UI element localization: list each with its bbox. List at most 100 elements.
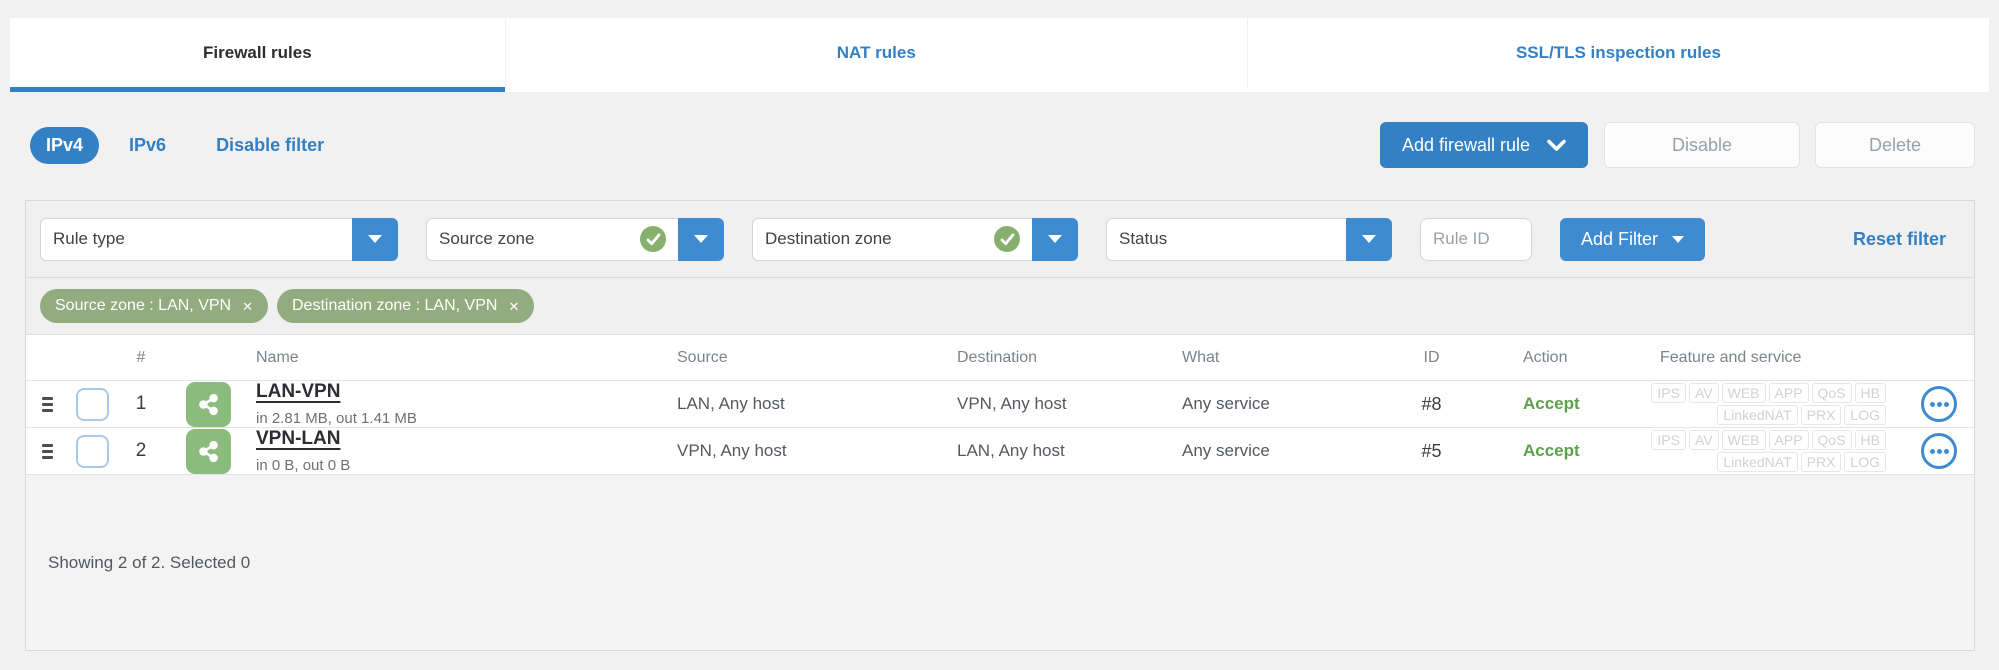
- chevron-down-icon: [1547, 139, 1566, 152]
- tab-label: Firewall rules: [203, 42, 312, 62]
- more-options-icon[interactable]: [1921, 433, 1957, 469]
- table-footer: Showing 2 of 2. Selected 0: [26, 475, 1974, 650]
- header-name: Name: [256, 348, 299, 366]
- row-checkbox[interactable]: [75, 434, 109, 468]
- filter-dropdown-destination-zone[interactable]: Destination zone: [752, 217, 1078, 261]
- row-icon-cell: [166, 381, 231, 427]
- showing-summary: Showing 2 of 2. Selected 0: [48, 552, 251, 572]
- filter-dropdown-status[interactable]: Status: [1106, 217, 1392, 261]
- share-icon[interactable]: [186, 428, 231, 474]
- add-filter-button[interactable]: Add Filter: [1560, 217, 1706, 261]
- feature-badge: HB: [1854, 430, 1886, 450]
- filter-dropdown-rule-type[interactable]: Rule type: [40, 217, 398, 261]
- firewall-rules-panel: Rule type Source zone Destination zone S…: [25, 200, 1975, 651]
- table-header-row: # Name Source Destination What ID Action…: [26, 335, 1974, 381]
- filter-dropdown-label: Status: [1119, 229, 1168, 248]
- filter-chip-label: Source zone : LAN, VPN: [55, 297, 232, 314]
- filter-dropdown-button[interactable]: [1032, 217, 1078, 261]
- header-source: Source: [677, 348, 728, 366]
- feature-badge: HB: [1854, 383, 1886, 403]
- filter-chip: Source zone : LAN, VPN ✕: [40, 289, 268, 323]
- rule-action: Accept: [1523, 441, 1580, 460]
- filter-dropdown-label: Rule type: [53, 229, 125, 248]
- reset-filter-link[interactable]: Reset filter: [1853, 229, 1946, 250]
- caret-down-icon: [1362, 235, 1376, 243]
- feature-badge: WEB: [1721, 383, 1766, 403]
- rule-destination: LAN, Any host: [957, 441, 1065, 460]
- toolbar: IPv4 IPv6 Disable filter Add firewall ru…: [30, 120, 1975, 170]
- close-icon[interactable]: ✕: [508, 300, 519, 313]
- tab-label: NAT rules: [836, 42, 916, 62]
- rule-traffic: in 2.81 MB, out 1.41 MB: [256, 410, 417, 427]
- header-what: What: [1182, 348, 1220, 366]
- filter-dropdown-label: Destination zone: [765, 229, 892, 248]
- tab-firewall-rules[interactable]: Firewall rules: [10, 18, 505, 92]
- caret-down-icon: [1048, 235, 1062, 243]
- feature-badges-line-1: IPS AV WEB APP QoS HB: [1604, 383, 1886, 403]
- rule-action: Accept: [1523, 394, 1580, 413]
- filter-dropdown-value[interactable]: Rule type: [40, 217, 352, 261]
- rule-id-input[interactable]: [1420, 217, 1532, 261]
- feature-badge: LOG: [1844, 452, 1886, 472]
- drag-handle-icon: [41, 443, 53, 459]
- filter-dropdown-label: Source zone: [439, 229, 535, 248]
- feature-badge: QoS: [1811, 383, 1852, 403]
- header-feature-and-service: Feature and service: [1660, 348, 1802, 366]
- row-checkbox[interactable]: [75, 387, 109, 421]
- filter-dropdown-value[interactable]: Destination zone: [752, 217, 1032, 261]
- table-row: 1 LAN-VPN in 2.81 MB, out 1.41 MB LAN, A…: [26, 381, 1974, 428]
- row-number: 2: [135, 440, 147, 461]
- filter-dropdown-value[interactable]: Source zone: [426, 217, 678, 261]
- caret-down-icon: [694, 235, 708, 243]
- filter-dropdown-source-zone[interactable]: Source zone: [426, 217, 724, 261]
- filter-bar: Rule type Source zone Destination zone S…: [26, 201, 1974, 278]
- ipv6-toggle[interactable]: IPv6: [129, 135, 166, 156]
- row-menu-cell: [1904, 433, 1974, 469]
- rule-destination: VPN, Any host: [957, 394, 1067, 413]
- drag-handle-icon: [41, 396, 53, 412]
- feature-badge: APP: [1768, 430, 1809, 450]
- tab-bar: Firewall rules NAT rules SSL/TLS inspect…: [10, 18, 1989, 92]
- tab-ssl-tls-inspection-rules[interactable]: SSL/TLS inspection rules: [1246, 18, 1989, 92]
- header-number: #: [136, 348, 146, 366]
- close-icon[interactable]: ✕: [242, 300, 253, 313]
- rule-id: #8: [1421, 393, 1442, 414]
- header-action: Action: [1523, 348, 1568, 366]
- caret-down-icon: [368, 235, 382, 243]
- ipv4-toggle[interactable]: IPv4: [30, 126, 100, 164]
- active-filter-chips: Source zone : LAN, VPN ✕ Destination zon…: [26, 278, 1974, 335]
- filter-dropdown-button[interactable]: [678, 217, 724, 261]
- rule-name-link[interactable]: LAN-VPN: [256, 381, 340, 403]
- feature-badges: IPS AV WEB APP QoS HB LinkedNAT PRX LOG: [1604, 428, 1904, 474]
- row-number: 1: [135, 393, 147, 414]
- feature-badge: LOG: [1844, 405, 1886, 425]
- table-body: 1 LAN-VPN in 2.81 MB, out 1.41 MB LAN, A…: [26, 381, 1974, 475]
- check-circle-icon: [994, 226, 1020, 252]
- rule-source: LAN, Any host: [677, 394, 785, 413]
- rule-traffic: in 0 B, out 0 B: [256, 457, 351, 474]
- disable-button[interactable]: Disable: [1604, 122, 1800, 168]
- share-icon[interactable]: [186, 381, 231, 427]
- rule-name-cell: LAN-VPN in 2.81 MB, out 1.41 MB: [231, 381, 669, 427]
- rule-id: #5: [1421, 440, 1442, 461]
- feature-badge: WEB: [1721, 430, 1766, 450]
- row-checkbox-cell: [68, 434, 116, 468]
- filter-dropdown-value[interactable]: Status: [1106, 217, 1346, 261]
- filter-dropdown-button[interactable]: [1346, 217, 1392, 261]
- feature-badges-line-1: IPS AV WEB APP QoS HB: [1604, 430, 1886, 450]
- feature-badge: AV: [1688, 430, 1719, 450]
- delete-button[interactable]: Delete: [1815, 122, 1975, 168]
- rule-source: VPN, Any host: [677, 441, 787, 460]
- drag-handle[interactable]: [26, 396, 68, 412]
- filter-dropdown-button[interactable]: [352, 217, 398, 261]
- drag-handle[interactable]: [26, 443, 68, 459]
- tab-nat-rules[interactable]: NAT rules: [504, 18, 1247, 92]
- rule-name-link[interactable]: VPN-LAN: [256, 428, 340, 450]
- tab-label: SSL/TLS inspection rules: [1515, 42, 1721, 62]
- disable-filter-link[interactable]: Disable filter: [216, 135, 324, 156]
- add-firewall-rule-button[interactable]: Add firewall rule: [1379, 122, 1588, 168]
- feature-badge: QoS: [1811, 430, 1852, 450]
- filter-chip-label: Destination zone : LAN, VPN: [292, 297, 498, 314]
- header-destination: Destination: [957, 348, 1038, 366]
- more-options-icon[interactable]: [1921, 386, 1957, 422]
